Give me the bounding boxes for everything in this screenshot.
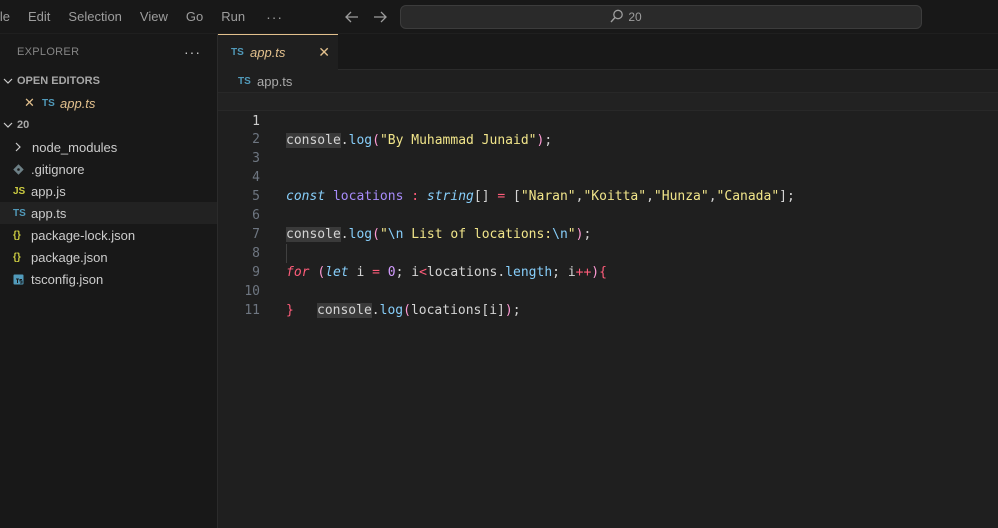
code-text: console.log(locations[i]); <box>317 303 521 318</box>
forward-arrow-icon[interactable] <box>371 7 389 27</box>
folder-section-header[interactable]: 20 <box>0 114 217 136</box>
chevron-right-icon <box>14 142 32 152</box>
code-line: 2 <box>218 111 998 147</box>
menu-more-button[interactable]: ··· <box>254 9 295 25</box>
menu-go[interactable]: Go <box>177 0 212 34</box>
open-editor-label: app.ts <box>60 95 96 111</box>
code-line: 6 console.log("\n List of locations:\n")… <box>218 187 998 242</box>
menu-file[interactable]: ile <box>0 0 19 34</box>
editor-area: TS app.ts ✕ TS app.ts 1 console.log("By … <box>218 34 998 528</box>
code-line: 11 <box>218 282 998 318</box>
typescript-file-icon: TS <box>13 207 26 219</box>
code-text: } <box>286 303 294 318</box>
tab-app-ts[interactable]: TS app.ts ✕ <box>218 34 338 70</box>
navigation-controls <box>343 7 389 27</box>
chevron-down-icon <box>2 70 14 92</box>
code-line: 4 const locations : string[] = ["Naran",… <box>218 149 998 204</box>
open-editors-label: OPEN EDITORS <box>17 75 100 87</box>
tree-item-label: .gitignore <box>31 161 85 177</box>
back-arrow-icon[interactable] <box>343 7 361 27</box>
explorer-more-button[interactable]: ··· <box>184 44 201 60</box>
json-file-icon: {} <box>13 229 21 241</box>
tree-item-label: app.ts <box>31 205 67 221</box>
code-line: 7 <box>218 206 998 242</box>
tab-bar: TS app.ts ✕ <box>218 34 998 70</box>
tree-item-package-json[interactable]: {} package.json <box>0 246 217 268</box>
indent-guide <box>286 244 287 263</box>
explorer-sidebar: EXPLORER ··· OPEN EDITORS ✕ TS app.ts 20… <box>0 34 218 528</box>
code-editor[interactable]: 1 console.log("By Muhammad Junaid"); 2 3… <box>218 92 998 318</box>
folder-label: 20 <box>17 119 30 131</box>
open-editors-section-header[interactable]: OPEN EDITORS <box>0 70 217 92</box>
tree-item-label: package.json <box>31 249 108 265</box>
code-line: 8 for (let i = 0; i<locations.length; i+… <box>218 225 998 280</box>
breadcrumb: TS app.ts <box>218 70 998 92</box>
menu-view[interactable]: View <box>131 0 177 34</box>
search-icon <box>610 9 624 26</box>
tree-item-app-ts[interactable]: TS app.ts <box>0 202 217 224</box>
tree-item-label: package-lock.json <box>31 227 136 243</box>
code-line: 3 <box>218 130 998 166</box>
code-line: 1 console.log("By Muhammad Junaid"); <box>218 92 998 148</box>
tree-item-app-js[interactable]: JS app.js <box>0 180 217 202</box>
tree-item-node-modules[interactable]: node_modules <box>0 136 217 158</box>
javascript-file-icon: JS <box>13 185 26 197</box>
typescript-file-icon: TS <box>238 75 251 87</box>
code-line: 5 <box>218 168 998 204</box>
menu-bar: ile Edit Selection View Go Run ··· <box>0 0 295 34</box>
tsconfig-file-icon <box>13 274 31 285</box>
menu-selection[interactable]: Selection <box>59 0 130 34</box>
breadcrumb-item[interactable]: app.ts <box>257 74 292 89</box>
tree-item-gitignore[interactable]: .gitignore <box>0 158 217 180</box>
chevron-down-icon <box>2 114 14 136</box>
line-number: 11 <box>244 303 260 318</box>
command-center-search[interactable]: 20 <box>400 5 922 29</box>
tree-item-label: tsconfig.json <box>31 271 104 287</box>
explorer-header: EXPLORER ··· <box>0 34 217 70</box>
code-line: 9 console.log(locations[i]); <box>218 244 998 318</box>
command-center-text: 20 <box>628 10 642 24</box>
code-line: 10 } <box>218 263 998 318</box>
tab-label: app.ts <box>250 45 286 60</box>
menu-edit[interactable]: Edit <box>19 0 59 34</box>
open-editor-item-app-ts[interactable]: ✕ TS app.ts <box>0 92 217 114</box>
git-icon <box>13 163 31 175</box>
typescript-file-icon: TS <box>42 97 55 109</box>
explorer-title: EXPLORER <box>17 46 80 58</box>
title-bar: ile Edit Selection View Go Run ··· 20 <box>0 0 998 34</box>
tree-item-tsconfig-json[interactable]: tsconfig.json <box>0 268 217 290</box>
close-icon[interactable]: ✕ <box>24 95 42 111</box>
typescript-file-icon: TS <box>231 47 244 58</box>
close-icon[interactable]: ✕ <box>318 44 330 61</box>
tree-item-package-lock-json[interactable]: {} package-lock.json <box>0 224 217 246</box>
tree-item-label: node_modules <box>32 139 118 155</box>
menu-run[interactable]: Run <box>212 0 254 34</box>
json-file-icon: {} <box>13 251 21 263</box>
tree-item-label: app.js <box>31 183 66 199</box>
